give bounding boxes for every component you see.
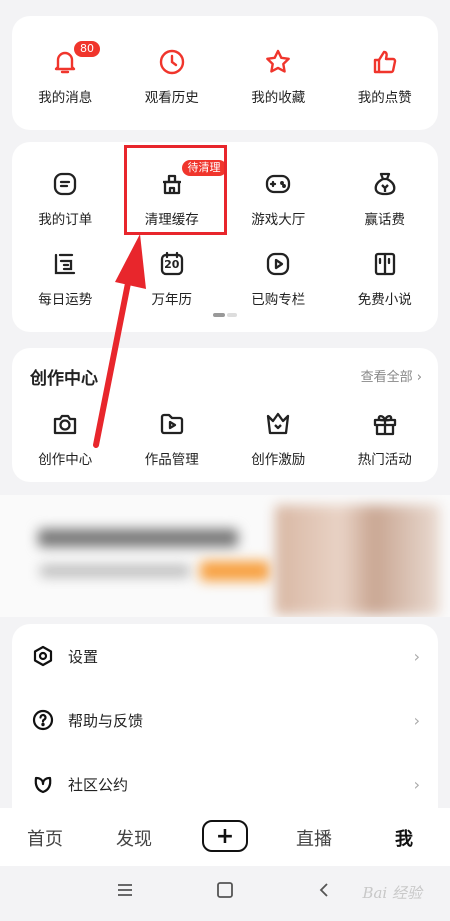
home-nav-icon[interactable] <box>216 882 234 902</box>
my-likes-label: 我的点赞 <box>357 90 412 106</box>
my-orders-label: 我的订单 <box>38 212 93 228</box>
clock-icon <box>156 46 188 78</box>
daily-fortune-item[interactable]: 每日运势 <box>12 248 119 308</box>
settings-hexagon-icon <box>32 645 54 667</box>
tab-live[interactable]: 直播 <box>296 825 332 851</box>
chevron-right-icon: › <box>413 646 420 666</box>
create-plus-button[interactable]: + <box>202 820 248 852</box>
perpetual-calendar-item[interactable]: 20 万年历 <box>119 248 226 308</box>
fortune-icon <box>49 248 81 280</box>
tab-home[interactable]: 首页 <box>27 825 63 851</box>
message-count-badge: 80 <box>74 41 100 57</box>
view-all-link[interactable]: 查看全部 › <box>361 366 422 385</box>
system-nav-bar: Bai 经验 <box>0 866 450 921</box>
hot-events-label: 热门活动 <box>357 452 412 468</box>
gift-icon <box>369 408 401 440</box>
camera-icon <box>49 408 81 440</box>
hot-events-item[interactable]: 热门活动 <box>332 408 439 468</box>
banner-blurred-subtitle <box>40 565 190 577</box>
win-phone-bill-item[interactable]: 赢话费 <box>332 168 439 228</box>
page-dot-active <box>213 313 225 317</box>
menu-nav-icon[interactable] <box>116 882 134 902</box>
folder-play-icon <box>156 408 188 440</box>
leaf-icon <box>32 773 54 795</box>
book-icon <box>369 248 401 280</box>
free-novels-label: 免费小说 <box>357 292 412 308</box>
help-circle-icon <box>32 709 54 731</box>
works-management-label: 作品管理 <box>144 452 199 468</box>
page-indicator <box>213 313 237 317</box>
watch-history-item[interactable]: 观看历史 <box>119 46 226 106</box>
bottom-tab-bar: 首页 发现 + 直播 我 <box>0 808 450 866</box>
settings-row[interactable]: 设置 › <box>12 624 438 688</box>
view-all-label: 查看全部 <box>360 370 413 385</box>
star-icon <box>262 46 294 78</box>
creator-center-label: 创作中心 <box>38 452 93 468</box>
my-orders-item[interactable]: 我的订单 <box>12 168 119 228</box>
help-feedback-row[interactable]: 帮助与反馈 › <box>12 688 438 752</box>
banner-blurred-headline <box>38 529 238 547</box>
creator-incentive-item[interactable]: 创作激励 <box>225 408 332 468</box>
thumbs-up-icon <box>369 46 401 78</box>
highlight-box <box>124 145 227 235</box>
my-favorites-item[interactable]: 我的收藏 <box>225 46 332 106</box>
daily-fortune-label: 每日运势 <box>38 292 93 308</box>
tab-me[interactable]: 我 <box>395 825 413 851</box>
banner-blurred-button <box>200 561 270 581</box>
purchased-columns-item[interactable]: 已购专栏 <box>225 248 332 308</box>
my-messages-label: 我的消息 <box>38 90 93 106</box>
community-rules-row[interactable]: 社区公约 › <box>12 752 438 816</box>
settings-label: 设置 <box>68 647 99 666</box>
chevron-right-icon: › <box>413 710 420 730</box>
money-bag-icon <box>369 168 401 200</box>
my-messages-item[interactable]: 80 我的消息 <box>12 41 119 106</box>
perpetual-calendar-label: 万年历 <box>151 292 193 308</box>
order-icon <box>49 168 81 200</box>
gamepad-icon <box>262 168 294 200</box>
game-hall-label: 游戏大厅 <box>251 212 306 228</box>
creator-section-title: 创作中心 <box>30 369 98 389</box>
win-phone-bill-label: 赢话费 <box>364 212 406 228</box>
page-dot <box>227 313 237 317</box>
baidu-jingyan-watermark: Bai 经验 <box>362 884 422 902</box>
calendar-icon: 20 <box>156 248 188 280</box>
banner-blurred-photo <box>275 505 440 615</box>
crown-icon <box>262 408 294 440</box>
play-square-icon <box>262 248 294 280</box>
promo-banner[interactable] <box>0 495 450 617</box>
creator-center-card: 创作中心 查看全部 › 创作中心 作品管理 创作激励 热门活动 <box>12 348 438 482</box>
creator-incentive-label: 创作激励 <box>251 452 306 468</box>
top-shortcuts-card: 80 我的消息 观看历史 我的收藏 我的点赞 <box>12 16 438 130</box>
menu-list-card: 设置 › 帮助与反馈 › 社区公约 › <box>12 624 438 814</box>
free-novels-item[interactable]: 免费小说 <box>332 248 439 308</box>
community-rules-label: 社区公约 <box>68 775 129 794</box>
calendar-day-number: 20 <box>164 258 180 271</box>
watch-history-label: 观看历史 <box>144 90 199 106</box>
help-feedback-label: 帮助与反馈 <box>68 711 144 730</box>
creator-center-item[interactable]: 创作中心 <box>12 408 119 468</box>
my-likes-item[interactable]: 我的点赞 <box>332 46 439 106</box>
my-favorites-label: 我的收藏 <box>251 90 306 106</box>
works-management-item[interactable]: 作品管理 <box>119 408 226 468</box>
game-hall-item[interactable]: 游戏大厅 <box>225 168 332 228</box>
back-nav-icon[interactable] <box>318 882 330 902</box>
purchased-columns-label: 已购专栏 <box>251 292 306 308</box>
tab-discover[interactable]: 发现 <box>116 825 152 851</box>
chevron-right-icon: › <box>413 774 420 794</box>
